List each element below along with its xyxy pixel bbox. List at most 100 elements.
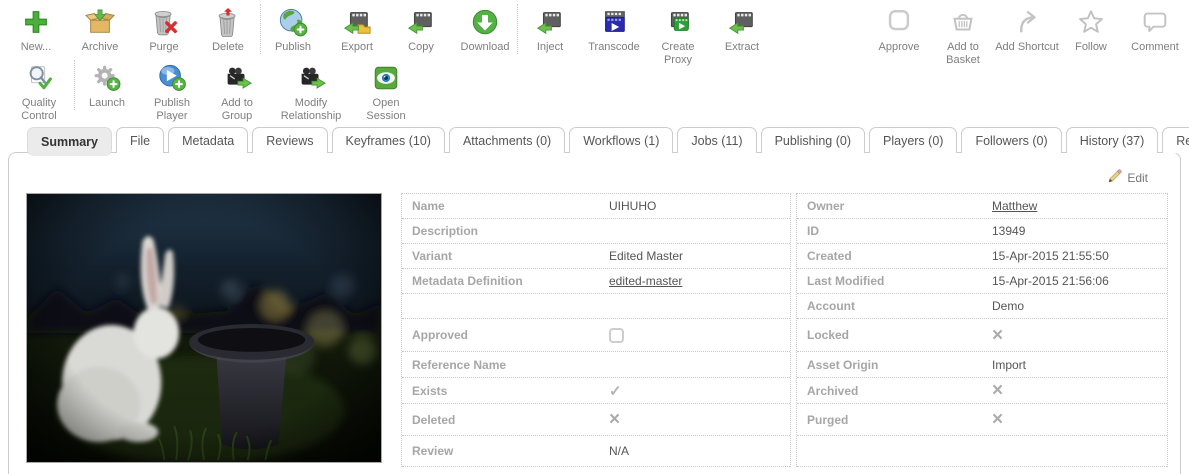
tab-followers-0[interactable]: Followers (0): [961, 127, 1062, 153]
metadata-definition-link[interactable]: edited-master: [609, 274, 682, 288]
toolbar-button-label: Add Shortcut: [995, 41, 1059, 53]
toolbar-button-add-to-basket[interactable]: Add to Basket: [931, 4, 995, 67]
approve-icon: [884, 4, 914, 40]
create-proxy-icon: [663, 4, 693, 40]
field-row-owner: Owner Matthew: [797, 194, 1167, 219]
field-value: 15-Apr-2015 21:56:06: [992, 274, 1109, 288]
toolbar-button-open-session[interactable]: Open Session: [353, 60, 419, 123]
toolbar-button-create-proxy[interactable]: Create Proxy: [646, 4, 710, 67]
toolbar-button-new[interactable]: New...: [4, 4, 68, 54]
metadata-table-right: Owner Matthew ID 13949 Created 15-Apr-2015 21…: [796, 193, 1168, 467]
modify-relationship-icon: [296, 60, 326, 96]
field-row-created: Created 15-Apr-2015 21:55:50: [797, 244, 1167, 269]
tab-bar: Summary File Metadata Reviews Keyframes (10)…: [27, 127, 1189, 156]
copy-icon: [406, 4, 436, 40]
tab-history-37[interactable]: History (37): [1065, 127, 1159, 153]
inject-icon: [535, 4, 565, 40]
field-label: Account: [807, 299, 855, 313]
field-label: Exists: [412, 383, 448, 398]
field-label: Asset Origin: [807, 357, 879, 372]
launch-gear-icon: [92, 60, 122, 96]
edit-button[interactable]: Edit: [1107, 169, 1148, 187]
toolbar-button-download[interactable]: Download: [453, 4, 517, 54]
new-plus-icon: [21, 4, 51, 40]
metadata-table-left: Name UIHUHO Description Variant Edited Maste…: [401, 193, 791, 467]
field-row-name: Name UIHUHO: [402, 194, 790, 219]
field-label: Created: [807, 249, 852, 263]
field-value: ×: [992, 326, 1003, 345]
toolbar-button-copy[interactable]: Copy: [389, 4, 453, 54]
toolbar-button-quality-control[interactable]: Quality Control: [4, 60, 74, 123]
field-value: ×: [609, 410, 620, 429]
tab-file[interactable]: File: [115, 127, 165, 153]
field-label: Purged: [807, 412, 849, 427]
field-row-deleted: Deleted ×: [402, 404, 790, 436]
field-label: Approved: [412, 328, 469, 342]
delete-trash-icon: [213, 4, 243, 40]
field-row-empty: [402, 294, 790, 319]
tab-publishing-0[interactable]: Publishing (0): [760, 127, 865, 153]
toolbar-button-follow[interactable]: Follow: [1059, 4, 1123, 54]
field-value: Edited Master: [609, 249, 684, 263]
tab-jobs-11[interactable]: Jobs (11): [677, 127, 757, 153]
tab-workflows-1[interactable]: Workflows (1): [569, 127, 674, 153]
cross-icon: ×: [609, 409, 621, 430]
field-row-metadata-definition: Metadata Definition edited-master: [402, 269, 790, 294]
toolbar-button-label: Launch: [88, 97, 126, 109]
archive-icon: [85, 4, 115, 40]
cross-icon: ×: [992, 380, 1004, 401]
tab-metadata[interactable]: Metadata: [168, 127, 249, 153]
field-row-asset-origin: Asset Origin Import: [797, 352, 1167, 378]
publish-globe-icon: [278, 4, 308, 40]
field-label: Reference Name: [412, 357, 507, 372]
tab-reviews[interactable]: Reviews: [252, 127, 328, 153]
toolbar-button-extract[interactable]: Extract: [710, 4, 774, 54]
toolbar-button-export[interactable]: Export: [325, 4, 389, 54]
toolbar-button-comment[interactable]: Comment: [1123, 4, 1187, 54]
toolbar-button-publish-player[interactable]: Publish Player: [139, 60, 205, 123]
owner-link[interactable]: Matthew: [992, 199, 1037, 213]
open-session-icon: [371, 60, 401, 96]
toolbar-button-label: Modify Relationship: [280, 97, 342, 122]
toolbar-button-transcode[interactable]: Transcode: [582, 4, 646, 54]
edit-button-label: Edit: [1127, 171, 1148, 185]
toolbar-button-approve[interactable]: Approve: [867, 4, 931, 54]
toolbar-button-label: Publish Player: [153, 97, 191, 122]
toolbar-button-label: Extract: [724, 41, 760, 53]
tab-attachments-0[interactable]: Attachments (0): [448, 127, 566, 153]
field-row-last-modified: Last Modified 15-Apr-2015 21:56:06: [797, 269, 1167, 294]
toolbar-button-add-shortcut[interactable]: Add Shortcut: [995, 4, 1059, 54]
video-thumbnail[interactable]: [26, 193, 382, 463]
tab-players-0[interactable]: Players (0): [869, 127, 958, 153]
toolbar-button-label: Add to Group: [221, 97, 253, 122]
toolbar-button-modify-relationship[interactable]: Modify Relationship: [269, 60, 353, 123]
toolbar-button-archive[interactable]: Archive: [68, 4, 132, 54]
toolbar-button-label: Export: [341, 41, 373, 53]
toolbar-button-delete[interactable]: Delete: [196, 4, 260, 54]
purge-trash-icon: [149, 4, 179, 40]
toolbar-row-2: Quality Control Launch Publish Player Add t…: [4, 60, 1187, 123]
follow-star-icon: [1076, 4, 1106, 40]
toolbar-button-launch[interactable]: Launch: [75, 60, 139, 110]
approved-checkbox[interactable]: [609, 327, 624, 343]
cross-icon: ×: [992, 324, 1004, 346]
field-row-id: ID 13949: [797, 219, 1167, 244]
field-value: Import: [992, 357, 1027, 372]
toolbar-button-inject[interactable]: Inject: [518, 4, 582, 54]
field-value: edited-master: [609, 274, 682, 288]
extract-icon: [727, 4, 757, 40]
tab-keyframes-10[interactable]: Keyframes (10): [331, 127, 445, 153]
field-row-description: Description: [402, 219, 790, 244]
toolbar-row-1: New... Archive Purge Delete Publish Export Cop…: [4, 4, 1187, 67]
toolbar-button-label: Inject: [536, 41, 564, 53]
toolbar-button-publish[interactable]: Publish: [261, 4, 325, 54]
field-row-purged: Purged ×: [797, 404, 1167, 436]
field-row-account: Account Demo: [797, 294, 1167, 319]
field-label: Owner: [807, 199, 845, 213]
tab-references-0[interactable]: References (0): [1162, 127, 1189, 153]
toolbar-button-add-to-group[interactable]: Add to Group: [205, 60, 269, 123]
toolbar-button-label: Transcode: [588, 41, 640, 53]
field-value: UIHUHO: [609, 199, 657, 213]
toolbar-button-purge[interactable]: Purge: [132, 4, 196, 54]
tab-summary[interactable]: Summary: [27, 127, 112, 156]
